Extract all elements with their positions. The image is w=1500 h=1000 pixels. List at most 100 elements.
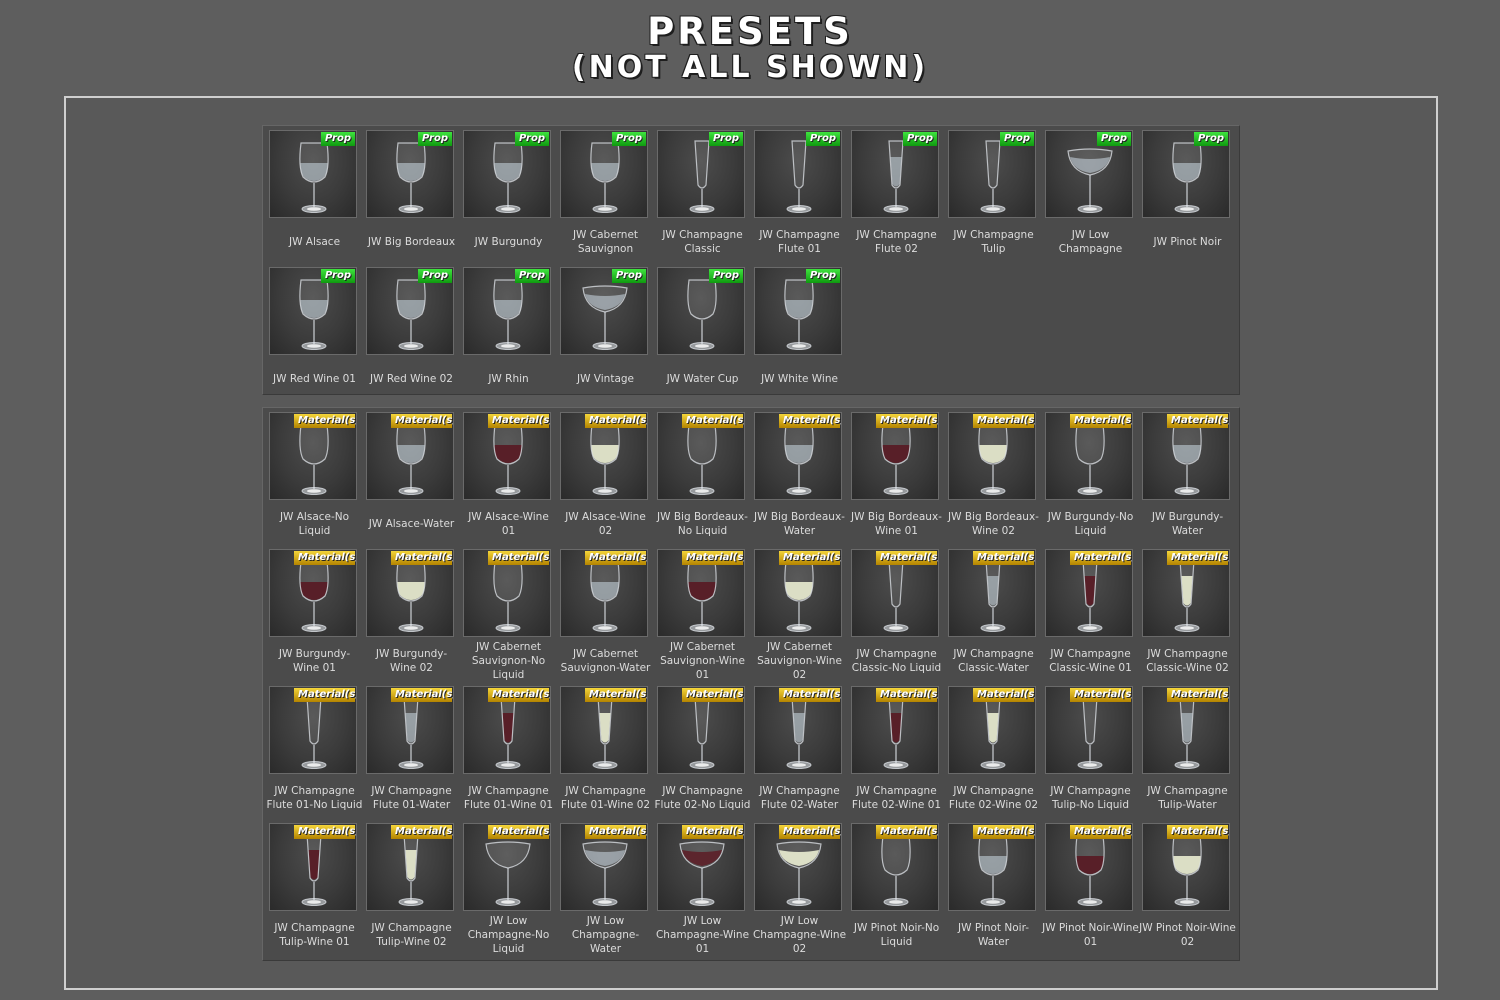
- preset-thumbnail[interactable]: Prop: [463, 130, 551, 218]
- preset-thumbnail[interactable]: Material(s): [657, 686, 745, 774]
- preset-thumbnail[interactable]: Prop: [1142, 130, 1230, 218]
- material-item[interactable]: Material(s) JW Champagne Tulip-No Liquid: [1042, 686, 1139, 823]
- preset-thumbnail[interactable]: Material(s): [754, 549, 842, 637]
- preset-thumbnail[interactable]: Material(s): [754, 823, 842, 911]
- preset-thumbnail[interactable]: Prop: [1045, 130, 1133, 218]
- material-item[interactable]: Material(s) JW Low Champagne-Wine 01: [654, 823, 751, 960]
- material-item[interactable]: Material(s) JW Pinot Noir-Wine 02: [1139, 823, 1236, 960]
- material-item[interactable]: Material(s) JW Pinot Noir-Water: [945, 823, 1042, 960]
- material-item[interactable]: Material(s) JW Alsace-Water: [363, 412, 460, 549]
- preset-thumbnail[interactable]: Material(s): [1045, 686, 1133, 774]
- prop-item[interactable]: Prop JW Water Cup: [654, 267, 751, 404]
- preset-thumbnail[interactable]: Prop: [657, 267, 745, 355]
- preset-thumbnail[interactable]: Material(s): [1142, 549, 1230, 637]
- prop-item[interactable]: Prop JW Low Champagne: [1042, 130, 1139, 267]
- material-item[interactable]: Material(s) JW Low Champagne-Wine 02: [751, 823, 848, 960]
- preset-thumbnail[interactable]: Material(s): [269, 686, 357, 774]
- preset-thumbnail[interactable]: Material(s): [1142, 686, 1230, 774]
- preset-thumbnail[interactable]: Prop: [560, 130, 648, 218]
- preset-thumbnail[interactable]: Material(s): [754, 686, 842, 774]
- preset-thumbnail[interactable]: Material(s): [657, 412, 745, 500]
- prop-item[interactable]: Prop JW Pinot Noir: [1139, 130, 1236, 267]
- preset-thumbnail[interactable]: Material(s): [463, 412, 551, 500]
- material-item[interactable]: Material(s) JW Burgundy-Wine 02: [363, 549, 460, 686]
- material-item[interactable]: Material(s) JW Burgundy-Wine 01: [266, 549, 363, 686]
- prop-item[interactable]: Prop JW Champagne Classic: [654, 130, 751, 267]
- prop-item[interactable]: Prop JW Alsace: [266, 130, 363, 267]
- material-item[interactable]: Material(s) JW Alsace-Wine 02: [557, 412, 654, 549]
- material-item[interactable]: Material(s) JW Cabernet Sauvignon-Wine 02: [751, 549, 848, 686]
- material-item[interactable]: Material(s) JW Champagne Flute 02-Water: [751, 686, 848, 823]
- preset-thumbnail[interactable]: Material(s): [948, 549, 1036, 637]
- prop-item[interactable]: Prop JW Champagne Flute 02: [848, 130, 945, 267]
- preset-thumbnail[interactable]: Material(s): [269, 549, 357, 637]
- preset-thumbnail[interactable]: Material(s): [463, 823, 551, 911]
- preset-thumbnail[interactable]: Prop: [948, 130, 1036, 218]
- material-item[interactable]: Material(s) JW Alsace-Wine 01: [460, 412, 557, 549]
- preset-thumbnail[interactable]: Material(s): [366, 823, 454, 911]
- material-item[interactable]: Material(s) JW Cabernet Sauvignon-Water: [557, 549, 654, 686]
- preset-thumbnail[interactable]: Material(s): [366, 412, 454, 500]
- prop-item[interactable]: Prop JW Rhin: [460, 267, 557, 404]
- preset-thumbnail[interactable]: Prop: [851, 130, 939, 218]
- material-item[interactable]: Material(s) JW Champagne Flute 01-No Liqu…: [266, 686, 363, 823]
- material-item[interactable]: Material(s) JW Champagne Flute 01-Wine 01: [460, 686, 557, 823]
- preset-thumbnail[interactable]: Material(s): [1045, 823, 1133, 911]
- material-item[interactable]: Material(s) JW Big Bordeaux-No Liquid: [654, 412, 751, 549]
- material-item[interactable]: Material(s) JW Champagne Classic-Water: [945, 549, 1042, 686]
- preset-thumbnail[interactable]: Material(s): [948, 686, 1036, 774]
- prop-item[interactable]: Prop JW Red Wine 01: [266, 267, 363, 404]
- prop-item[interactable]: Prop JW Big Bordeaux: [363, 130, 460, 267]
- preset-thumbnail[interactable]: Material(s): [560, 823, 648, 911]
- material-item[interactable]: Material(s) JW Burgundy-No Liquid: [1042, 412, 1139, 549]
- preset-thumbnail[interactable]: Material(s): [1142, 823, 1230, 911]
- material-item[interactable]: Material(s) JW Pinot Noir-Wine 01: [1042, 823, 1139, 960]
- material-item[interactable]: Material(s) JW Alsace-No Liquid: [266, 412, 363, 549]
- preset-thumbnail[interactable]: Material(s): [657, 823, 745, 911]
- prop-item[interactable]: Prop JW Burgundy: [460, 130, 557, 267]
- preset-thumbnail[interactable]: Material(s): [851, 549, 939, 637]
- preset-thumbnail[interactable]: Material(s): [269, 412, 357, 500]
- preset-thumbnail[interactable]: Material(s): [851, 823, 939, 911]
- preset-thumbnail[interactable]: Material(s): [1142, 412, 1230, 500]
- material-item[interactable]: Material(s) JW Burgundy-Water: [1139, 412, 1236, 549]
- prop-item[interactable]: Prop JW Cabernet Sauvignon: [557, 130, 654, 267]
- preset-thumbnail[interactable]: Material(s): [948, 412, 1036, 500]
- preset-thumbnail[interactable]: Material(s): [851, 686, 939, 774]
- material-item[interactable]: Material(s) JW Low Champagne-Water: [557, 823, 654, 960]
- preset-thumbnail[interactable]: Material(s): [560, 412, 648, 500]
- preset-thumbnail[interactable]: Material(s): [463, 686, 551, 774]
- material-item[interactable]: Material(s) JW Champagne Tulip-Water: [1139, 686, 1236, 823]
- material-item[interactable]: Material(s) JW Champagne Tulip-Wine 01: [266, 823, 363, 960]
- preset-thumbnail[interactable]: Prop: [463, 267, 551, 355]
- preset-thumbnail[interactable]: Material(s): [269, 823, 357, 911]
- prop-item[interactable]: Prop JW Champagne Tulip: [945, 130, 1042, 267]
- material-item[interactable]: Material(s) JW Champagne Tulip-Wine 02: [363, 823, 460, 960]
- material-item[interactable]: Material(s) JW Champagne Classic-Wine 02: [1139, 549, 1236, 686]
- material-item[interactable]: Material(s) JW Champagne Flute 02-No Liqu…: [654, 686, 751, 823]
- prop-item[interactable]: Prop JW Champagne Flute 01: [751, 130, 848, 267]
- preset-thumbnail[interactable]: Material(s): [851, 412, 939, 500]
- preset-thumbnail[interactable]: Material(s): [463, 549, 551, 637]
- preset-thumbnail[interactable]: Material(s): [948, 823, 1036, 911]
- material-item[interactable]: Material(s) JW Cabernet Sauvignon-Wine 01: [654, 549, 751, 686]
- material-item[interactable]: Material(s) JW Big Bordeaux-Water: [751, 412, 848, 549]
- preset-thumbnail[interactable]: Prop: [269, 267, 357, 355]
- material-item[interactable]: Material(s) JW Champagne Flute 01-Water: [363, 686, 460, 823]
- material-item[interactable]: Material(s) JW Big Bordeaux-Wine 02: [945, 412, 1042, 549]
- preset-thumbnail[interactable]: Material(s): [1045, 412, 1133, 500]
- preset-thumbnail[interactable]: Prop: [754, 267, 842, 355]
- preset-thumbnail[interactable]: Material(s): [366, 686, 454, 774]
- material-item[interactable]: Material(s) JW Cabernet Sauvignon-No Liqu…: [460, 549, 557, 686]
- preset-thumbnail[interactable]: Prop: [560, 267, 648, 355]
- preset-thumbnail[interactable]: Material(s): [560, 686, 648, 774]
- material-item[interactable]: Material(s) JW Champagne Classic-No Liqui…: [848, 549, 945, 686]
- preset-thumbnail[interactable]: Material(s): [1045, 549, 1133, 637]
- material-item[interactable]: Material(s) JW Champagne Classic-Wine 01: [1042, 549, 1139, 686]
- material-item[interactable]: Material(s) JW Pinot Noir-No Liquid: [848, 823, 945, 960]
- prop-item[interactable]: Prop JW Vintage: [557, 267, 654, 404]
- material-item[interactable]: Material(s) JW Champagne Flute 02-Wine 02: [945, 686, 1042, 823]
- preset-thumbnail[interactable]: Prop: [269, 130, 357, 218]
- preset-thumbnail[interactable]: Prop: [366, 267, 454, 355]
- preset-thumbnail[interactable]: Prop: [754, 130, 842, 218]
